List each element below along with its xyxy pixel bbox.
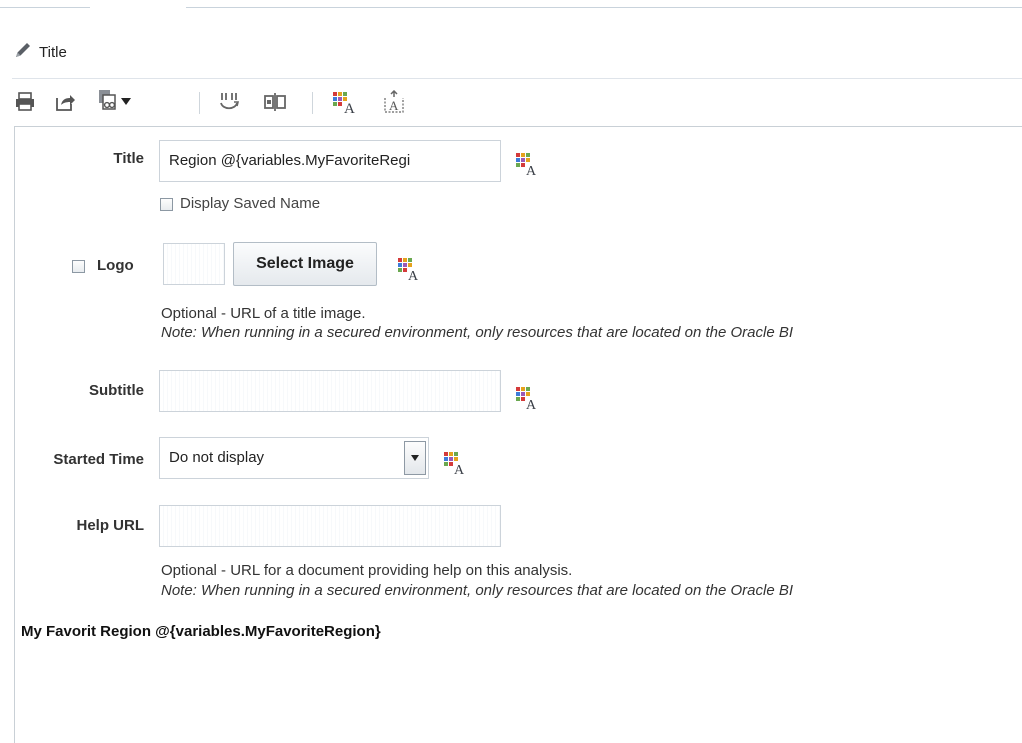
toolbar-separator bbox=[199, 92, 200, 114]
format-icon[interactable]: A bbox=[443, 450, 469, 478]
toolbar-separator bbox=[312, 92, 313, 114]
svg-text:A: A bbox=[408, 269, 419, 282]
pencil-icon bbox=[12, 39, 34, 66]
split-icon[interactable] bbox=[262, 91, 288, 113]
help-url-help-text: Optional - URL for a document providing … bbox=[161, 562, 573, 579]
title-input[interactable]: Region @{variables.MyFavoriteRegi bbox=[159, 140, 501, 182]
display-saved-name-label: Display Saved Name bbox=[180, 195, 321, 212]
format-icon[interactable]: A bbox=[330, 91, 360, 114]
copy-icon bbox=[96, 89, 120, 116]
view-header: Title bbox=[12, 38, 67, 66]
svg-text:A: A bbox=[344, 101, 355, 114]
started-time-value: Do not display bbox=[169, 449, 265, 466]
subtitle-label: Subtitle bbox=[89, 382, 144, 399]
title-preview: My Favorit Region @{variables.MyFavorite… bbox=[21, 623, 381, 640]
display-saved-name-checkbox[interactable] bbox=[160, 198, 173, 211]
format-icon[interactable]: A bbox=[397, 256, 423, 284]
toolbar: A A bbox=[12, 89, 1022, 115]
help-url-input[interactable] bbox=[159, 505, 501, 547]
svg-text:A: A bbox=[454, 463, 465, 476]
help-url-help-note: Note: When running in a secured environm… bbox=[161, 582, 794, 599]
svg-text:A: A bbox=[389, 98, 399, 113]
help-url-label: Help URL bbox=[76, 517, 145, 534]
header-divider bbox=[12, 78, 1022, 79]
insert-text-icon[interactable]: A bbox=[380, 90, 408, 113]
active-tab-gap bbox=[90, 7, 186, 8]
select-image-button[interactable]: Select Image bbox=[233, 242, 377, 286]
format-icon[interactable]: A bbox=[515, 151, 541, 179]
chevron-down-icon bbox=[120, 93, 132, 111]
copy-dropdown-button[interactable] bbox=[92, 89, 136, 116]
title-editor-panel: Title Region @{variables.MyFavoriteRegi … bbox=[14, 126, 1022, 743]
chevron-down-icon bbox=[410, 449, 420, 467]
logo-label: Logo bbox=[97, 257, 134, 274]
logo-preview-box bbox=[163, 243, 225, 285]
started-time-select[interactable]: Do not display bbox=[159, 437, 429, 479]
subtitle-input[interactable] bbox=[159, 370, 501, 412]
format-icon[interactable]: A bbox=[515, 385, 541, 413]
svg-text:A: A bbox=[526, 398, 537, 411]
logo-help-text: Optional - URL of a title image. bbox=[161, 305, 366, 322]
view-title: Title bbox=[39, 43, 67, 61]
logo-help-note: Note: When running in a secured environm… bbox=[161, 324, 794, 341]
dropdown-button[interactable] bbox=[404, 441, 426, 475]
started-time-label: Started Time bbox=[53, 451, 144, 468]
title-label: Title bbox=[113, 150, 144, 167]
merge-icon[interactable] bbox=[216, 91, 242, 113]
logo-checkbox[interactable] bbox=[72, 260, 85, 273]
print-icon[interactable] bbox=[12, 91, 38, 113]
svg-text:A: A bbox=[526, 164, 537, 177]
export-icon[interactable] bbox=[52, 91, 78, 113]
